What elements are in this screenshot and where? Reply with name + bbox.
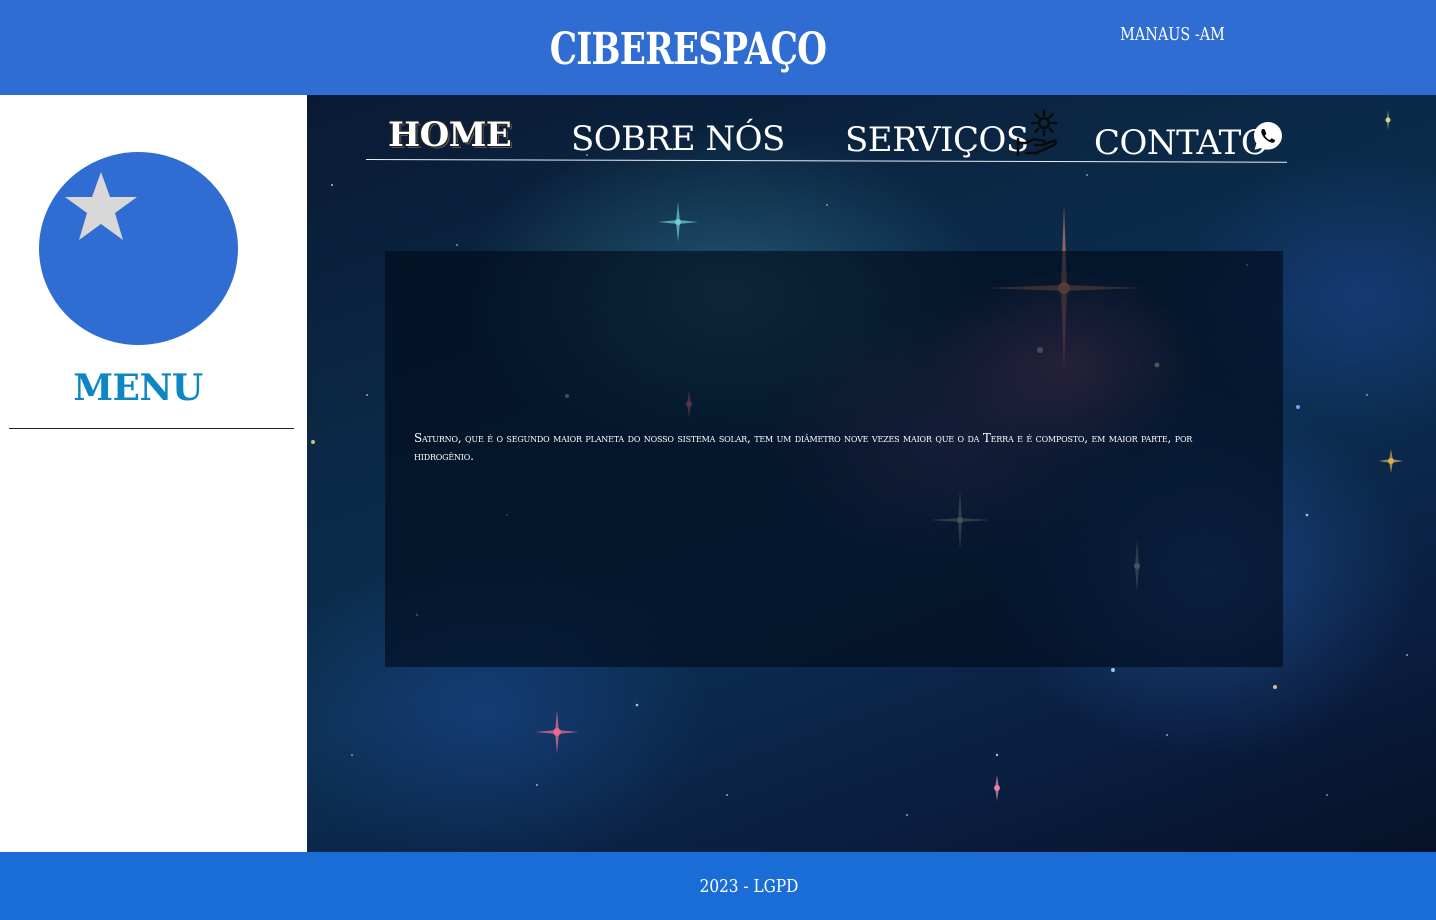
content-paragraph: Saturno, que é o segundo maior planeta d… bbox=[414, 431, 1193, 463]
header: CIBERESPAÇO MANAUS -AM bbox=[0, 0, 1436, 95]
main-nav: HOME SOBRE NÓS SERVIÇOS CONTATO bbox=[365, 107, 1287, 167]
nav-home[interactable]: HOME bbox=[388, 115, 512, 155]
logo[interactable] bbox=[39, 152, 238, 345]
nav-sobre-nos[interactable]: SOBRE NÓS bbox=[571, 119, 785, 159]
sidebar: MENU bbox=[0, 95, 307, 852]
nav-contato[interactable]: CONTATO bbox=[1094, 123, 1269, 163]
footer: 2023 - LGPD bbox=[0, 852, 1436, 920]
site-title: CIBERESPAÇO bbox=[549, 24, 827, 75]
location-label: MANAUS -AM bbox=[1120, 24, 1225, 45]
menu-title[interactable]: MENU bbox=[0, 367, 276, 409]
menu-divider bbox=[9, 428, 294, 429]
nav-servicos[interactable]: SERVIÇOS bbox=[845, 120, 1029, 160]
hand-gear-icon[interactable] bbox=[1014, 109, 1064, 157]
content-panel: Saturno, que é o segundo maior planeta d… bbox=[385, 251, 1283, 667]
whatsapp-icon[interactable] bbox=[1252, 120, 1284, 152]
footer-text: 2023 - LGPD bbox=[699, 876, 799, 897]
star-icon bbox=[65, 172, 137, 240]
main-content: HOME SOBRE NÓS SERVIÇOS CONTATO Saturno,… bbox=[307, 95, 1436, 852]
